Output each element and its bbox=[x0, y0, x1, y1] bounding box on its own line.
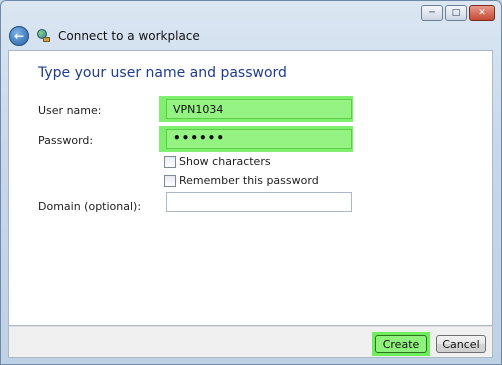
window-title: Connect to a workplace bbox=[58, 29, 200, 43]
domain-input[interactable] bbox=[166, 192, 352, 212]
domain-label: Domain (optional): bbox=[38, 200, 142, 213]
username-input[interactable]: VPN1034 bbox=[166, 99, 352, 119]
show-characters-checkbox[interactable] bbox=[164, 155, 176, 168]
password-label: Password: bbox=[38, 134, 94, 147]
page-heading: Type your user name and password bbox=[38, 65, 287, 81]
computer-icon bbox=[43, 37, 50, 42]
wizard-content: Type your user name and password User na… bbox=[8, 50, 493, 326]
password-input[interactable]: •••••• bbox=[166, 129, 352, 149]
remember-password-row[interactable]: Remember this password bbox=[164, 174, 319, 187]
remember-password-checkbox[interactable] bbox=[164, 174, 176, 187]
remember-password-label[interactable]: Remember this password bbox=[179, 174, 319, 187]
button-bar: Create Cancel bbox=[8, 326, 493, 358]
cancel-button[interactable]: Cancel bbox=[436, 335, 486, 353]
network-connection-icon bbox=[37, 29, 51, 43]
username-label: User name: bbox=[38, 104, 102, 117]
close-button[interactable]: ✕ bbox=[469, 5, 495, 21]
minimize-button[interactable]: ─ bbox=[421, 5, 443, 21]
navigation-row: ← Connect to a workplace bbox=[9, 25, 200, 47]
show-characters-row[interactable]: Show characters bbox=[164, 155, 271, 168]
maximize-button[interactable]: □ bbox=[445, 5, 467, 21]
back-arrow-icon[interactable]: ← bbox=[9, 26, 29, 46]
create-button[interactable]: Create bbox=[375, 335, 427, 353]
create-button-highlight: Create bbox=[372, 332, 430, 356]
titlebar-controls: ─ □ ✕ bbox=[421, 5, 495, 21]
show-characters-label[interactable]: Show characters bbox=[179, 155, 271, 168]
